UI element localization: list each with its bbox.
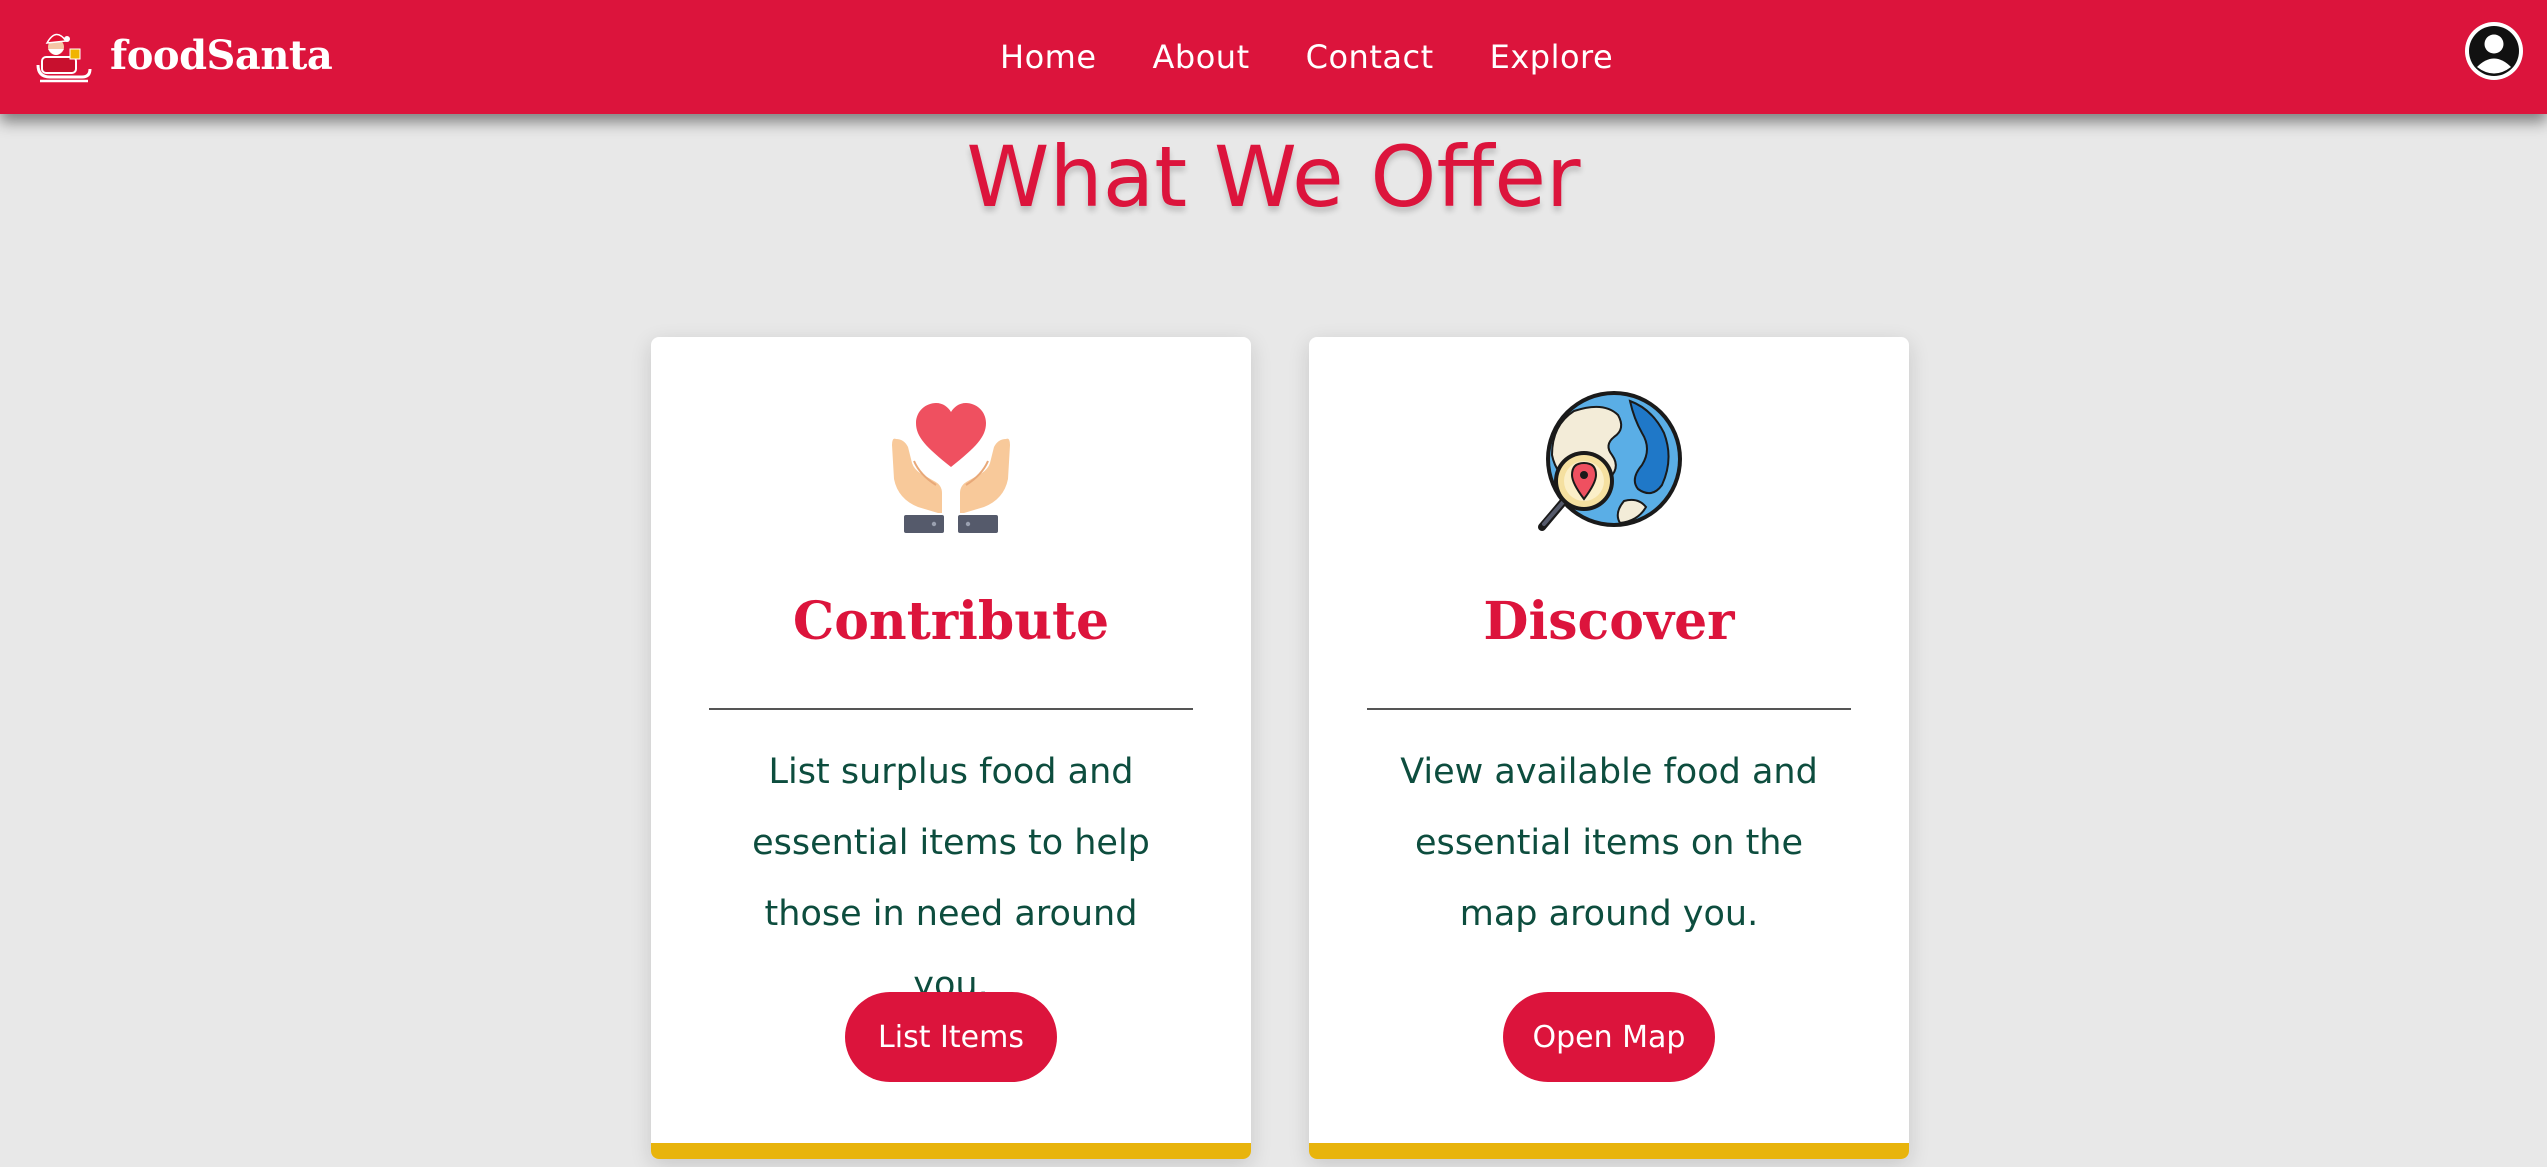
card-accent-bar [651, 1143, 1251, 1159]
globe-search-icon [1538, 391, 1682, 531]
user-circle-icon[interactable] [2463, 20, 2525, 82]
card-divider [709, 708, 1193, 710]
card-divider [1367, 708, 1851, 710]
card-title: Discover [1483, 591, 1735, 652]
nav-link-about[interactable]: About [1153, 38, 1250, 76]
card-accent-bar [1309, 1143, 1909, 1159]
list-items-button[interactable]: List Items [845, 992, 1057, 1082]
brand-name: foodSanta [110, 32, 333, 79]
section-title: What We Offer [966, 128, 1581, 226]
card-description: View available food and essential items … [1400, 752, 1818, 934]
nav-link-contact[interactable]: Contact [1306, 38, 1434, 76]
discover-card: Discover View available food and essenti… [1309, 337, 1909, 1159]
card-title: Contribute [792, 591, 1110, 652]
nav-link-explore[interactable]: Explore [1490, 38, 1614, 76]
nav-links: Home About Contact Explore [1000, 0, 1613, 114]
brand[interactable]: foodSanta [32, 22, 333, 90]
nav-link-home[interactable]: Home [1000, 38, 1097, 76]
card-description: List surplus food and essential items to… [752, 752, 1150, 1005]
top-navbar: foodSanta Home About Contact Explore [0, 0, 2547, 114]
open-map-button[interactable]: Open Map [1503, 992, 1715, 1082]
santa-sleigh-logo [36, 33, 92, 83]
contribute-card: Contribute List surplus food and essenti… [651, 337, 1251, 1159]
hands-heart-icon [892, 403, 1010, 533]
